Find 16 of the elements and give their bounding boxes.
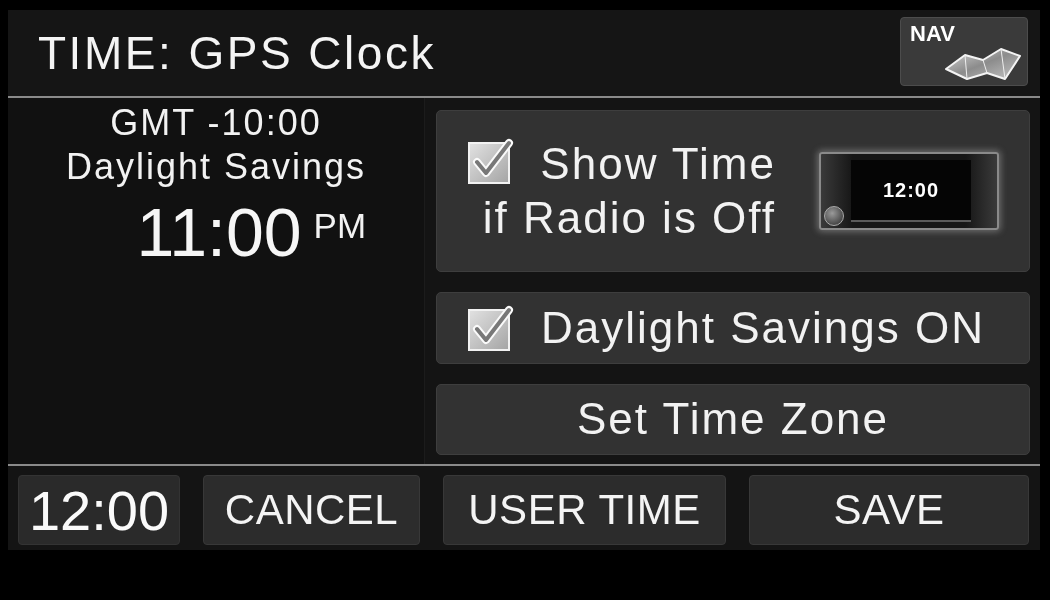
- checkbox-toggle[interactable]: Daylight Savings ON: [436, 292, 1030, 364]
- current-time: 11:00: [136, 198, 302, 266]
- show-time-toggle[interactable]: Show Time if Radio is Off 12:00: [436, 110, 1030, 272]
- screen-title: TIME: GPS Clock: [38, 27, 436, 79]
- mode-text: Daylight Savings: [65, 145, 367, 189]
- timezone-text: GMT -10:00: [110, 101, 322, 145]
- menu-button[interactable]: Set Time Zone: [436, 383, 1030, 455]
- map-icon: [943, 47, 1023, 81]
- footer-button[interactable]: SAVE: [749, 475, 1029, 545]
- display-screen: 12:00: [851, 160, 971, 222]
- meridiem-text: PM: [313, 208, 367, 243]
- footer-button[interactable]: CANCEL: [203, 475, 420, 545]
- nav-button[interactable]: NAV: [900, 17, 1028, 86]
- knob-icon: [824, 206, 844, 226]
- footer-button[interactable]: USER TIME: [443, 475, 726, 545]
- clock-display: 12:00: [18, 475, 180, 545]
